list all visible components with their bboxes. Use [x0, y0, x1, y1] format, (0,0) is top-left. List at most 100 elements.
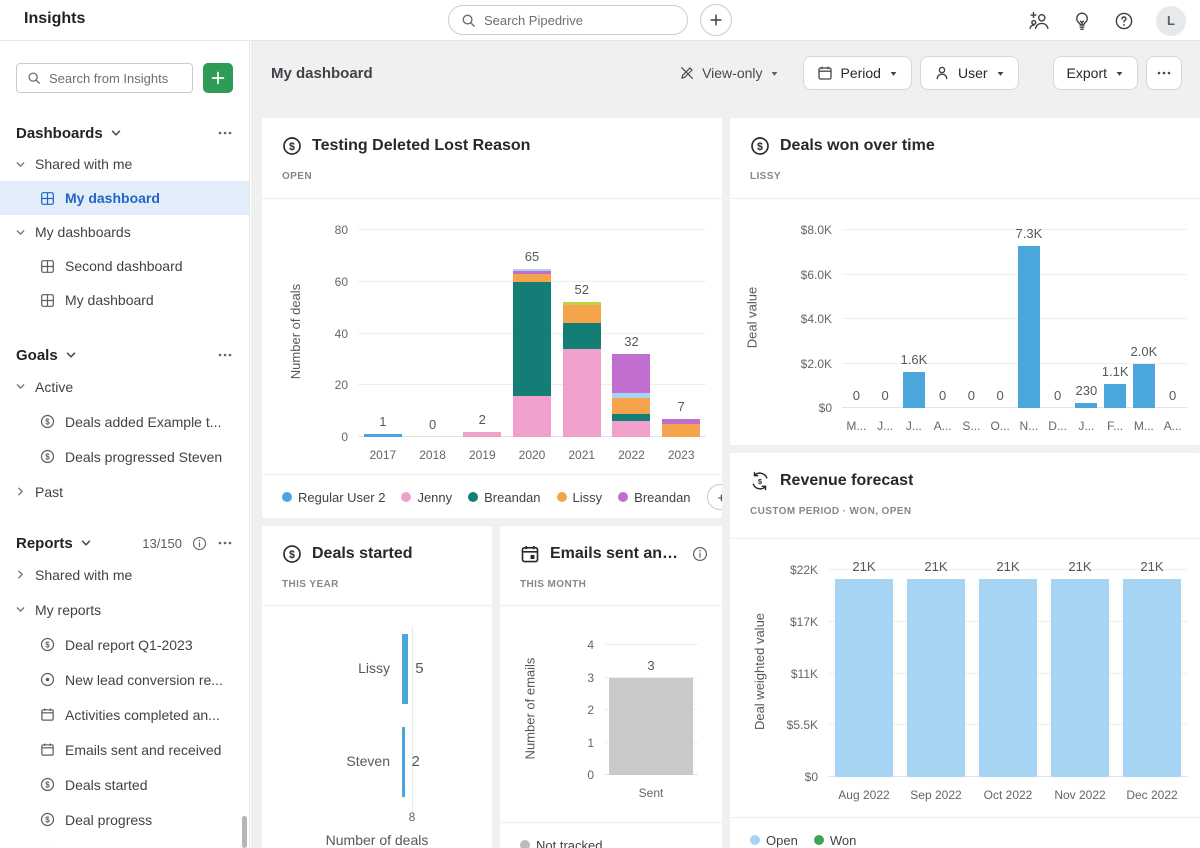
- user-filter-button[interactable]: User: [920, 56, 1019, 90]
- legend-item-breandan[interactable]: Breandan: [468, 490, 540, 505]
- section-header-reports[interactable]: Reports13/150: [0, 529, 249, 557]
- bar-2017[interactable]: 12017: [358, 230, 408, 437]
- bar-j[interactable]: 230J...: [1072, 230, 1101, 408]
- sidebar-item-my-dashboards[interactable]: My dashboards: [0, 215, 249, 249]
- bar-n[interactable]: 7.3KN...: [1015, 230, 1044, 408]
- legend-item-open[interactable]: Open: [750, 833, 798, 848]
- export-label: Export: [1067, 65, 1107, 81]
- legend-item-not-tracked[interactable]: Not tracked: [520, 838, 602, 848]
- sidebar-item-past[interactable]: Past: [0, 474, 249, 509]
- bar-j[interactable]: 0J...: [871, 230, 900, 408]
- view-only-button[interactable]: View-only: [679, 65, 778, 81]
- sidebar-scrollbar[interactable]: [242, 816, 247, 848]
- insights-search-input[interactable]: Search from Insights: [16, 63, 193, 93]
- sidebar-item-emails-sent-and-received[interactable]: Emails sent and received: [0, 732, 249, 767]
- sidebar-item-deal-report-q1-2023[interactable]: $Deal report Q1-2023: [0, 627, 249, 662]
- card-filter-label: OPEN: [282, 171, 312, 182]
- bar-a[interactable]: 0A...: [928, 230, 957, 408]
- x-tick: Dec 2022: [1108, 788, 1196, 802]
- sidebar-item-shared-with-me[interactable]: Shared with me: [0, 147, 249, 181]
- dashboard-more-button[interactable]: [1146, 56, 1182, 90]
- sidebar-item-deals-started[interactable]: $Deals started: [0, 767, 249, 802]
- avatar[interactable]: L: [1156, 6, 1186, 36]
- sidebar-item-deals-progressed-steven[interactable]: $Deals progressed Steven: [0, 439, 249, 474]
- sidebar-section-goals: GoalsActive$Deals added Example t...$Dea…: [0, 341, 249, 509]
- bar-2020[interactable]: 652020: [507, 230, 557, 437]
- sidebar-item-my-dashboard[interactable]: My dashboard: [0, 283, 249, 317]
- sidebar-item-deal-duration[interactable]: $Deal duration: [0, 837, 249, 848]
- bar-value-label: 3: [647, 658, 654, 673]
- bar-m[interactable]: 2.0KM...: [1130, 230, 1159, 408]
- forecast-icon: $: [750, 471, 770, 491]
- bar-2021[interactable]: 522021: [557, 230, 607, 437]
- legend-item-regular-user-2[interactable]: Regular User 2: [282, 490, 385, 505]
- bar-value-label: 65: [525, 249, 539, 264]
- more-icon[interactable]: [217, 535, 233, 551]
- legend-item-breandan[interactable]: Breandan: [618, 490, 690, 505]
- svg-text:$: $: [45, 816, 50, 825]
- app-window: Insights Search Pipedrive L Search from …: [0, 0, 1200, 848]
- sidebar-item-my-reports[interactable]: My reports: [0, 592, 249, 627]
- y-tick: 1: [524, 736, 594, 750]
- sidebar-item-my-dashboard[interactable]: My dashboard: [0, 181, 249, 215]
- sidebar-item-label: Activities completed an...: [65, 707, 220, 723]
- bar-j[interactable]: 1.6KJ...: [900, 230, 929, 408]
- sidebar-item-activities-completed-an[interactable]: Activities completed an...: [0, 697, 249, 732]
- bar-segment: [1051, 579, 1109, 777]
- section-header-goals[interactable]: Goals: [0, 341, 249, 369]
- bar-dec-2022[interactable]: 21KDec 2022: [1116, 570, 1188, 777]
- y-tick: $4.0K: [762, 312, 832, 326]
- suggestions-icon[interactable]: [1072, 11, 1092, 31]
- sidebar-item-active[interactable]: Active: [0, 369, 249, 404]
- legend-more-button[interactable]: +4: [707, 484, 722, 510]
- bar-2023[interactable]: 72023: [656, 230, 706, 437]
- sidebar-item-deal-progress[interactable]: $Deal progress: [0, 802, 249, 837]
- bar-2019[interactable]: 22019: [457, 230, 507, 437]
- bar-nov-2022[interactable]: 21KNov 2022: [1044, 570, 1116, 777]
- bar-oct-2022[interactable]: 21KOct 2022: [972, 570, 1044, 777]
- bar-d[interactable]: 0D...: [1043, 230, 1072, 408]
- info-icon[interactable]: [192, 536, 207, 551]
- quick-add-button[interactable]: [700, 4, 732, 36]
- legend-dot: [468, 492, 478, 502]
- search-icon: [27, 71, 41, 85]
- section-header-dashboards[interactable]: Dashboards: [0, 119, 249, 147]
- help-icon[interactable]: [1114, 11, 1134, 31]
- y-tick: $11K: [748, 667, 818, 681]
- y-tick: $0: [762, 401, 832, 415]
- bar-sep-2022[interactable]: 21KSep 2022: [900, 570, 972, 777]
- legend-item-lissy[interactable]: Lissy: [557, 490, 603, 505]
- global-search[interactable]: Search Pipedrive: [448, 5, 688, 35]
- sidebar-item-second-dashboard[interactable]: Second dashboard: [0, 249, 249, 283]
- legend-item-won[interactable]: Won: [814, 833, 857, 848]
- bar-2018[interactable]: 02018: [408, 230, 458, 437]
- dollar-icon: $: [40, 414, 55, 429]
- more-icon[interactable]: [217, 125, 233, 141]
- sidebar-item-shared-with-me[interactable]: Shared with me: [0, 557, 249, 592]
- bar-lissy[interactable]: [402, 634, 408, 704]
- bar-f[interactable]: 1.1KF...: [1101, 230, 1130, 408]
- bar-steven[interactable]: [402, 727, 405, 797]
- search-icon: [461, 13, 476, 28]
- bar-value-label: 0: [853, 388, 860, 403]
- bar-a[interactable]: 0A...: [1158, 230, 1187, 408]
- bar-2022[interactable]: 322022: [607, 230, 657, 437]
- bar-s[interactable]: 0S...: [957, 230, 986, 408]
- sidebar-item-deals-added-example-t[interactable]: $Deals added Example t...: [0, 404, 249, 439]
- export-button[interactable]: Export: [1053, 56, 1138, 90]
- plus-icon: [709, 13, 723, 27]
- sidebar-item-new-lead-conversion-re[interactable]: New lead conversion re...: [0, 662, 249, 697]
- period-filter-button[interactable]: Period: [803, 56, 912, 90]
- bar-m[interactable]: 0M...: [842, 230, 871, 408]
- bar-aug-2022[interactable]: 21KAug 2022: [828, 570, 900, 777]
- invite-users-icon[interactable]: [1028, 10, 1050, 32]
- bar-segment: [563, 323, 601, 349]
- bar-o[interactable]: 0O...: [986, 230, 1015, 408]
- info-icon[interactable]: [692, 546, 708, 562]
- bar-sent[interactable]: 3Sent: [604, 645, 698, 775]
- legend-item-jenny[interactable]: Jenny: [401, 490, 452, 505]
- more-icon[interactable]: [217, 347, 233, 363]
- card-title: Emails sent and...: [550, 545, 682, 563]
- create-new-button[interactable]: [203, 63, 233, 93]
- legend-label: Breandan: [484, 490, 540, 505]
